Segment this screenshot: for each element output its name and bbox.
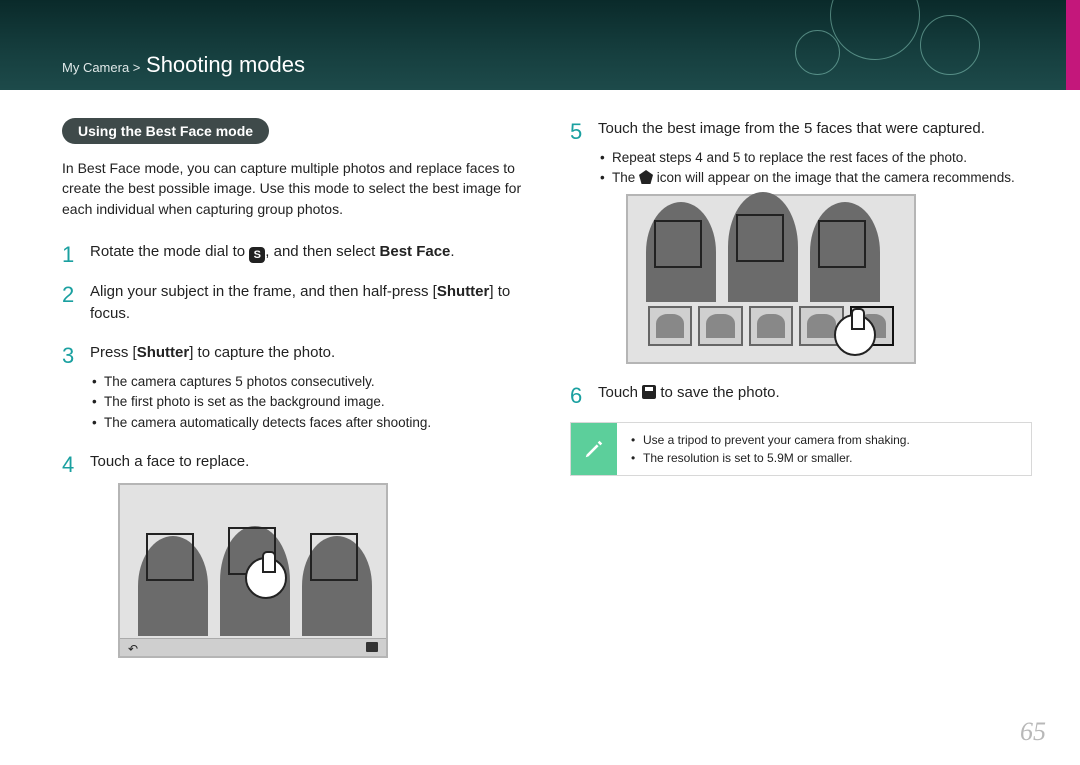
step-text: Touch a face to replace. (90, 453, 249, 470)
step-4: 4 Touch a face to replace. ↶ (62, 451, 524, 658)
note-bullet: Use a tripod to prevent your camera from… (631, 431, 1017, 449)
step-text: Press [ (90, 344, 137, 361)
bullet: The camera automatically detects faces a… (90, 413, 524, 433)
step-1: 1 Rotate the mode dial to S, and then se… (62, 241, 524, 263)
step-text: Touch the best image from the 5 faces th… (598, 120, 985, 137)
content-area: Using the Best Face mode In Best Face mo… (0, 90, 1080, 676)
step-bold: Best Face (380, 243, 451, 260)
face-box-icon (146, 533, 194, 581)
step-text: Touch (598, 384, 642, 401)
step-5-bullets: Repeat steps 4 and 5 to replace the rest… (598, 148, 1032, 189)
step-6: 6 Touch to save the photo. (570, 382, 1032, 404)
step-text: Align your subject in the frame, and the… (90, 283, 437, 300)
step-bold: Shutter (137, 344, 190, 361)
breadcrumb: My Camera > Shooting modes (62, 52, 305, 78)
accent-bar (1066, 0, 1080, 90)
step-number: 3 (62, 340, 74, 372)
steps-list-right: 5 Touch the best image from the 5 faces … (570, 118, 1032, 404)
bullet: Repeat steps 4 and 5 to replace the rest… (598, 148, 1032, 168)
step-text: . (450, 243, 454, 260)
step-5: 5 Touch the best image from the 5 faces … (570, 118, 1032, 364)
step-number: 4 (62, 449, 74, 481)
step-number: 5 (570, 116, 582, 148)
left-column: Using the Best Face mode In Best Face mo… (62, 118, 524, 676)
right-column: 5 Touch the best image from the 5 faces … (570, 118, 1032, 676)
bullet-text: The (612, 170, 639, 185)
note-pen-icon (571, 423, 617, 475)
back-icon: ↶ (128, 641, 138, 658)
face-box-icon (654, 220, 702, 268)
touch-hand-icon (245, 557, 287, 599)
recommend-icon (639, 170, 653, 184)
mode-dial-s-icon: S (249, 247, 265, 263)
face-box-icon (310, 533, 358, 581)
bullet: The first photo is set as the background… (90, 392, 524, 412)
figure-toolbar: ↶ (120, 638, 386, 656)
face-thumb (648, 306, 692, 346)
step-text: , and then select (265, 243, 379, 260)
page-number: 65 (1020, 717, 1046, 747)
step-bold: Shutter (437, 283, 490, 300)
note-box: Use a tripod to prevent your camera from… (570, 422, 1032, 476)
steps-list-left: 1 Rotate the mode dial to S, and then se… (62, 241, 524, 658)
figure-select-best (626, 194, 916, 364)
save-icon (642, 385, 656, 399)
header-decor (740, 0, 1040, 90)
intro-text: In Best Face mode, you can capture multi… (62, 158, 524, 219)
figure-touch-face: ↶ (118, 483, 388, 658)
face-thumb (698, 306, 742, 346)
step-number: 1 (62, 239, 74, 271)
step-text: ] to capture the photo. (189, 344, 335, 361)
bullet: The camera captures 5 photos consecutive… (90, 372, 524, 392)
step-text: Rotate the mode dial to (90, 243, 249, 260)
bullet: The icon will appear on the image that t… (598, 168, 1032, 188)
note-bullet: The resolution is set to 5.9M or smaller… (631, 449, 1017, 467)
save-icon (366, 642, 378, 652)
step-3: 3 Press [Shutter] to capture the photo. … (62, 342, 524, 433)
step-number: 2 (62, 279, 74, 311)
step-number: 6 (570, 380, 582, 412)
touch-hand-icon (834, 314, 876, 356)
note-body: Use a tripod to prevent your camera from… (617, 423, 1031, 475)
step-text: to save the photo. (656, 384, 779, 401)
face-box-icon (736, 214, 784, 262)
step-3-bullets: The camera captures 5 photos consecutive… (90, 372, 524, 433)
page-title: Shooting modes (146, 52, 305, 77)
bullet-text: icon will appear on the image that the c… (653, 170, 1015, 185)
page-header: My Camera > Shooting modes (0, 0, 1080, 90)
breadcrumb-parent: My Camera > (62, 60, 140, 75)
face-thumb (749, 306, 793, 346)
step-2: 2 Align your subject in the frame, and t… (62, 281, 524, 325)
face-box-icon (818, 220, 866, 268)
section-heading-pill: Using the Best Face mode (62, 118, 269, 144)
